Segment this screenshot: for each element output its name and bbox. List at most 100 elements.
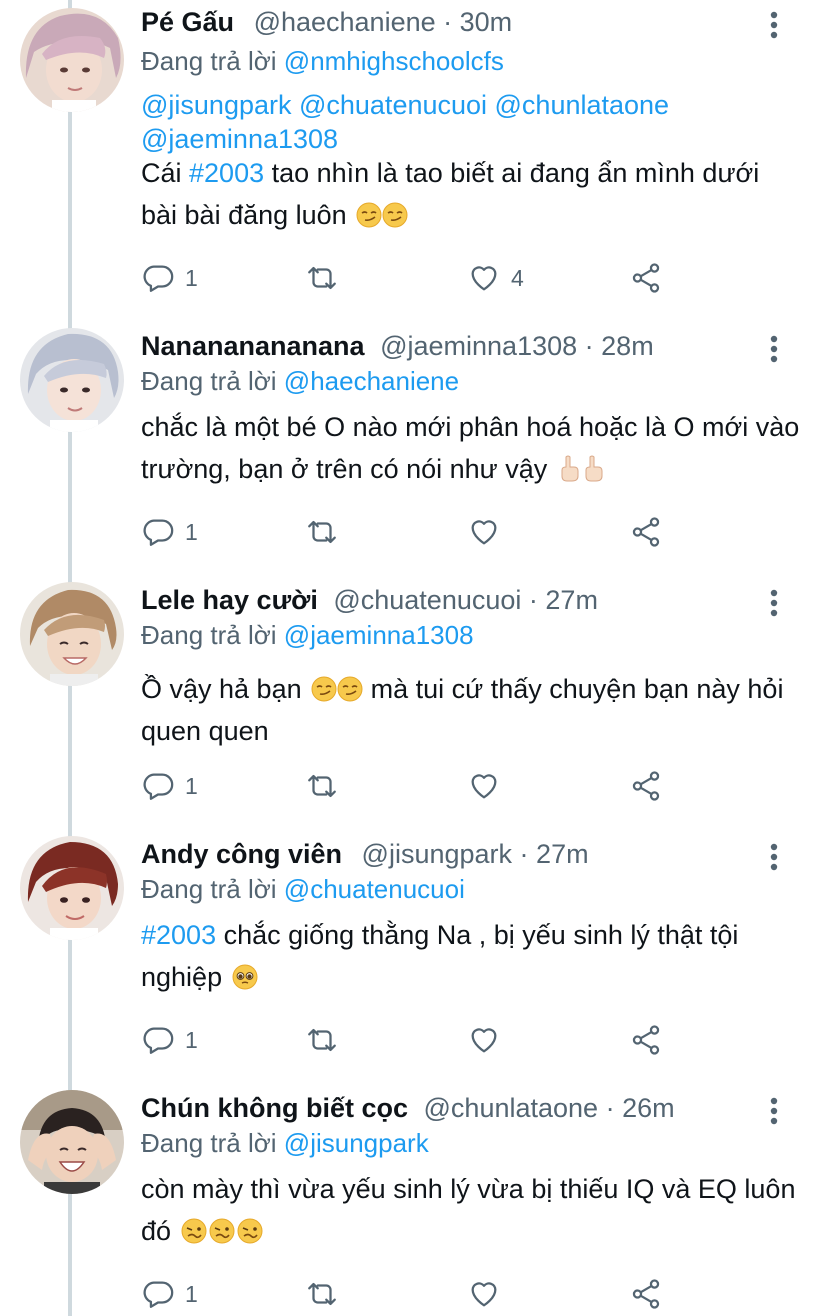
display-name[interactable]: Andy công viên bbox=[141, 839, 342, 869]
share-button[interactable] bbox=[629, 1274, 663, 1314]
timestamp[interactable]: 30m bbox=[460, 7, 513, 37]
tweet-actions: 1 bbox=[141, 1020, 681, 1060]
replying-to: Đang trả lời @jaeminna1308 bbox=[141, 618, 474, 652]
more-options-button[interactable] bbox=[762, 588, 786, 618]
share-icon bbox=[632, 263, 660, 293]
tweet-actions: 1 4 bbox=[141, 258, 681, 298]
share-button[interactable] bbox=[629, 258, 663, 298]
tweet[interactable]: Andy công viên @jisungpark · 27m Đang tr… bbox=[0, 836, 828, 1086]
replying-to: Đang trả lời @haechaniene bbox=[141, 364, 459, 398]
reply-prefix: Đang trả lời bbox=[141, 620, 277, 650]
avatar[interactable] bbox=[20, 328, 124, 432]
share-button[interactable] bbox=[629, 1020, 663, 1060]
reply-button[interactable]: 1 bbox=[141, 258, 198, 298]
more-vertical-icon bbox=[770, 843, 778, 871]
avatar[interactable] bbox=[20, 582, 124, 686]
avatar[interactable] bbox=[20, 836, 124, 940]
reply-icon bbox=[143, 1027, 174, 1054]
display-name[interactable]: Lele hay cười bbox=[141, 585, 318, 615]
smirking-face-icon bbox=[311, 674, 363, 712]
tweet[interactable]: Pé Gấu @haechaniene · 30m Đang trả lời @… bbox=[0, 4, 828, 314]
more-options-button[interactable] bbox=[762, 1096, 786, 1126]
reply-count: 1 bbox=[185, 1026, 198, 1053]
reply-prefix: Đang trả lời bbox=[141, 366, 277, 396]
avatar[interactable] bbox=[20, 1090, 124, 1194]
timestamp[interactable]: 27m bbox=[536, 839, 589, 869]
separator-dot: · bbox=[584, 331, 602, 361]
tweet-actions: 1 bbox=[141, 1274, 681, 1314]
reply-button[interactable]: 1 bbox=[141, 1274, 198, 1314]
tweet[interactable]: Nanananananana @jaeminna1308 · 28m Đang … bbox=[0, 328, 828, 578]
tweet-text: Cái #2003 tao nhìn là tao biết ai đang ẩ… bbox=[141, 152, 801, 240]
display-name[interactable]: Nanananananana bbox=[141, 331, 365, 361]
timestamp[interactable]: 28m bbox=[601, 331, 654, 361]
reply-button[interactable]: 1 bbox=[141, 766, 198, 806]
handle[interactable]: @chunlataone bbox=[424, 1093, 599, 1123]
tweet-text: #2003 chắc giống thằng Na , bị yếu sinh … bbox=[141, 914, 801, 1002]
share-button[interactable] bbox=[629, 512, 663, 552]
reply-to-link[interactable]: @chuatenucuoi bbox=[284, 874, 465, 904]
handle[interactable]: @jisungpark bbox=[362, 839, 512, 869]
text-prefix: Cái bbox=[141, 158, 190, 188]
retweet-button[interactable] bbox=[303, 1274, 341, 1314]
display-name[interactable]: Chún không biết cọc bbox=[141, 1093, 408, 1123]
heart-icon bbox=[471, 1028, 497, 1053]
share-icon bbox=[632, 517, 660, 547]
share-button[interactable] bbox=[629, 766, 663, 806]
timestamp[interactable]: 26m bbox=[622, 1093, 675, 1123]
reply-icon bbox=[143, 773, 174, 800]
retweet-icon bbox=[308, 1028, 336, 1052]
hashtag-link[interactable]: #2003 bbox=[189, 158, 264, 188]
reply-button[interactable]: 1 bbox=[141, 1020, 198, 1060]
tweet[interactable]: Lele hay cười @chuatenucuoi · 27m Đang t… bbox=[0, 582, 828, 832]
mentions-line[interactable]: @jisungpark @chuatenucuoi @chunlataone @… bbox=[141, 88, 801, 156]
more-options-button[interactable] bbox=[762, 10, 786, 40]
like-button[interactable] bbox=[467, 1274, 501, 1314]
tweet-header: Chún không biết cọc @chunlataone · 26m bbox=[141, 1090, 675, 1126]
text-body: chắc giống thằng Na , bị yếu sinh lý thậ… bbox=[141, 920, 739, 992]
retweet-button[interactable] bbox=[303, 1020, 341, 1060]
reply-count: 1 bbox=[185, 518, 198, 545]
like-button[interactable] bbox=[467, 512, 501, 552]
reply-button[interactable]: 1 bbox=[141, 512, 198, 552]
more-options-button[interactable] bbox=[762, 334, 786, 364]
reply-to-link[interactable]: @jisungpark bbox=[284, 1128, 429, 1158]
pointing-up-icon bbox=[557, 452, 607, 494]
display-name[interactable]: Pé Gấu bbox=[141, 7, 234, 37]
retweet-button[interactable] bbox=[303, 258, 341, 298]
handle[interactable]: @jaeminna1308 bbox=[380, 331, 577, 361]
tweet[interactable]: Chún không biết cọc @chunlataone · 26m Đ… bbox=[0, 1090, 828, 1316]
reply-to-link[interactable]: @jaeminna1308 bbox=[284, 620, 474, 650]
more-vertical-icon bbox=[770, 1097, 778, 1125]
retweet-button[interactable] bbox=[303, 766, 341, 806]
heart-icon bbox=[471, 520, 497, 545]
tweet-text: chắc là một bé O nào mới phân hoá hoặc l… bbox=[141, 406, 801, 494]
replying-to: Đang trả lời @jisungpark bbox=[141, 1126, 429, 1160]
handle[interactable]: @chuatenucuoi bbox=[333, 585, 521, 615]
tweet-actions: 1 bbox=[141, 766, 681, 806]
retweet-icon bbox=[308, 266, 336, 290]
like-button[interactable] bbox=[467, 1020, 501, 1060]
text-body: chắc là một bé O nào mới phân hoá hoặc l… bbox=[141, 412, 800, 484]
tweet-header: Nanananananana @jaeminna1308 · 28m bbox=[141, 328, 654, 364]
like-button[interactable]: 4 bbox=[467, 258, 524, 298]
separator-dot: · bbox=[519, 839, 537, 869]
tweet-header: Andy công viên @jisungpark · 27m bbox=[141, 836, 589, 872]
reply-to-link[interactable]: @nmhighschoolcfs bbox=[284, 46, 504, 76]
reply-to-link[interactable]: @haechaniene bbox=[284, 366, 459, 396]
share-icon bbox=[632, 1025, 660, 1055]
replying-to: Đang trả lời @nmhighschoolcfs bbox=[141, 44, 504, 78]
retweet-button[interactable] bbox=[303, 512, 341, 552]
handle[interactable]: @haechaniene bbox=[254, 7, 436, 37]
text-prefix: Ồ vậy hả bạn bbox=[141, 674, 302, 704]
timestamp[interactable]: 27m bbox=[545, 585, 598, 615]
heart-icon bbox=[471, 266, 497, 291]
more-options-button[interactable] bbox=[762, 842, 786, 872]
like-button[interactable] bbox=[467, 766, 501, 806]
reply-count: 1 bbox=[185, 772, 198, 799]
separator-dot: · bbox=[443, 7, 460, 37]
reply-prefix: Đang trả lời bbox=[141, 46, 277, 76]
avatar[interactable] bbox=[20, 8, 124, 112]
reply-prefix: Đang trả lời bbox=[141, 874, 277, 904]
hashtag-link[interactable]: #2003 bbox=[141, 920, 216, 950]
